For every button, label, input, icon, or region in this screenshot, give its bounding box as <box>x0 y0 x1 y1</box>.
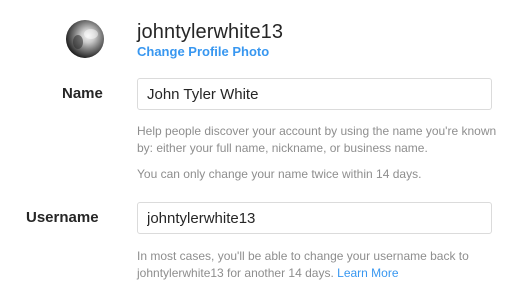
name-input[interactable] <box>137 78 492 110</box>
name-help-text: Help people discover your account by usi… <box>137 124 497 155</box>
profile-avatar[interactable] <box>66 20 104 58</box>
username-label: Username <box>26 209 99 226</box>
edit-profile-page: johntylerwhite13 Change Profile Photo Na… <box>0 0 514 298</box>
username-help-text: In most cases, you'll be able to change … <box>137 248 502 282</box>
username-help-body: In most cases, you'll be able to change … <box>137 249 469 280</box>
name-label: Name <box>62 85 103 102</box>
profile-username-heading: johntylerwhite13 <box>137 21 284 43</box>
username-input[interactable] <box>137 202 492 234</box>
learn-more-link[interactable]: Learn More <box>337 266 398 280</box>
name-change-limit-text: You can only change your name twice with… <box>137 167 422 181</box>
avatar-photo-icon <box>66 20 104 58</box>
change-profile-photo-link[interactable]: Change Profile Photo <box>137 44 269 60</box>
